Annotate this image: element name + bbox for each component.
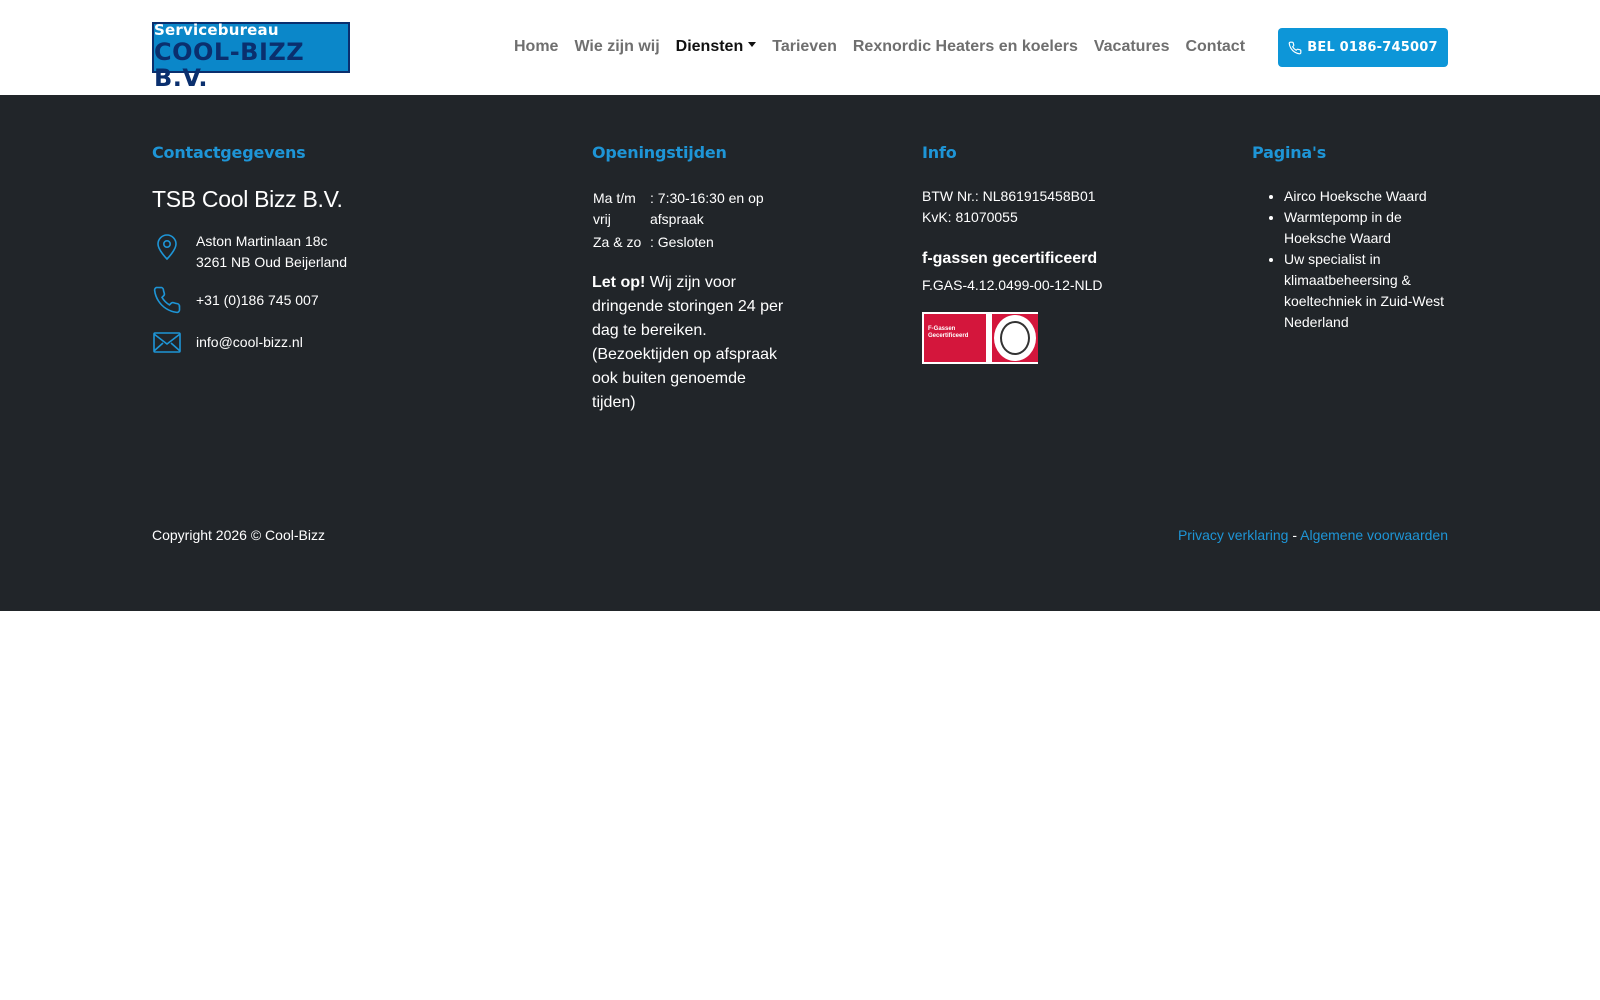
phone-icon [1288, 41, 1302, 54]
address-line-1: Aston Martinlaan 18c [196, 233, 328, 249]
fgas-certificate-logo: F-Gassen Gecertificeerd [922, 312, 1038, 364]
phone-row: +31 (0)186 745 007 [152, 285, 532, 315]
page-link-airco[interactable]: Airco Hoeksche Waard [1284, 186, 1448, 207]
hours-title: Openingstijden [592, 143, 727, 162]
hours-value: : Gesloten [650, 234, 714, 250]
call-button-label: BEL 0186-745007 [1307, 40, 1438, 55]
hours-row: Ma t/m vrij : 7:30-16:30 en op afspraak [592, 188, 778, 232]
hours-table: Ma t/m vrij : 7:30-16:30 en op afspraak … [592, 188, 778, 255]
nav-diensten[interactable]: Diensten [668, 38, 765, 56]
logo-line-1: Technisch Servicebureau [154, 3, 279, 39]
pages-list: Airco Hoeksche Waard Warmtepomp in de Ho… [1252, 186, 1448, 333]
copyright: Copyright 2026 © Cool-Bizz [152, 527, 325, 543]
address-line-2: 3261 NB Oud Beijerland [196, 254, 347, 270]
note-text: Wij zijn voor dringende storingen 24 per… [592, 274, 784, 411]
envelope-icon [153, 332, 181, 353]
site-footer: Contactgegevens TSB Cool Bizz B.V. Aston… [0, 95, 1600, 611]
contact-column: Contactgegevens TSB Cool Bizz B.V. Aston… [152, 143, 532, 357]
note-bold: Let op! [592, 274, 646, 291]
cert-label-block: F-Gassen Gecertificeerd [924, 314, 986, 362]
nav-tarieven[interactable]: Tarieven [764, 38, 845, 56]
fgas-number: F.GAS-4.12.0499-00-12-NLD [922, 277, 1103, 293]
kvk-number: KvK: 81070055 [922, 209, 1018, 225]
logo-line-2: COOL-BIZZ B.V. [154, 37, 305, 92]
btw-number: BTW Nr.: NL861915458B01 [922, 188, 1096, 204]
call-button[interactable]: BEL 0186-745007 [1278, 28, 1448, 67]
pages-column: Pagina's Airco Hoeksche Waard Warmtepomp… [1252, 143, 1448, 333]
hours-day: Ma t/m vrij [593, 190, 636, 227]
pages-title: Pagina's [1252, 143, 1327, 162]
terms-link[interactable]: Algemene voorwaarden [1300, 527, 1448, 543]
nav-contact[interactable]: Contact [1177, 38, 1253, 56]
email-address[interactable]: info@cool-bizz.nl [196, 332, 303, 353]
link-separator: - [1288, 527, 1301, 543]
phone-number[interactable]: +31 (0)186 745 007 [196, 290, 319, 311]
address-row: Aston Martinlaan 18c 3261 NB Oud Beijerl… [152, 231, 532, 273]
privacy-link[interactable]: Privacy verklaring [1178, 527, 1288, 543]
nav-home[interactable]: Home [506, 38, 566, 56]
contact-title: Contactgegevens [152, 143, 306, 162]
storing-note: Let op! Wij zijn voor dringende storinge… [592, 271, 784, 415]
info-column: Info BTW Nr.: NL861915458B01 KvK: 810700… [922, 143, 1172, 364]
nav-wie-zijn-wij[interactable]: Wie zijn wij [566, 38, 667, 56]
location-pin-icon [157, 234, 177, 261]
legal-links: Privacy verklaring - Algemene voorwaarde… [1178, 527, 1448, 543]
hours-value: : 7:30-16:30 en op afspraak [650, 190, 764, 227]
info-title: Info [922, 143, 957, 162]
seal-ring [1000, 321, 1030, 355]
company-name: TSB Cool Bizz B.V. [152, 186, 343, 212]
seal-circle [994, 315, 1036, 361]
hours-day: Za & zo [593, 234, 642, 250]
main-nav: Home Wie zijn wij Diensten Tarieven Rexn… [506, 38, 1253, 56]
phone-icon [153, 286, 181, 314]
page-link-warmtepomp[interactable]: Warmtepomp in de Hoeksche Waard [1284, 207, 1448, 249]
company-logo[interactable]: Technisch Servicebureau COOL-BIZZ B.V. [152, 4, 350, 91]
site-header: Technisch Servicebureau COOL-BIZZ B.V. H… [0, 0, 1600, 95]
fgas-title: f-gassen gecertificeerd [922, 250, 1098, 267]
cert-text: F-Gassen Gecertificeerd [928, 326, 969, 339]
nav-vacatures[interactable]: Vacatures [1086, 38, 1178, 56]
hours-row: Za & zo : Gesloten [592, 232, 778, 255]
bureau-veritas-seal-icon [992, 314, 1038, 362]
hours-column: Openingstijden Ma t/m vrij : 7:30-16:30 … [592, 143, 812, 415]
page-link-specialist[interactable]: Uw specialist in klimaatbeheersing & koe… [1284, 249, 1448, 333]
nav-diensten-label: Diensten [675, 38, 744, 55]
chevron-down-icon [748, 42, 757, 48]
nav-rexnordic[interactable]: Rexnordic Heaters en koelers [845, 38, 1086, 56]
email-row: info@cool-bizz.nl [152, 327, 532, 357]
